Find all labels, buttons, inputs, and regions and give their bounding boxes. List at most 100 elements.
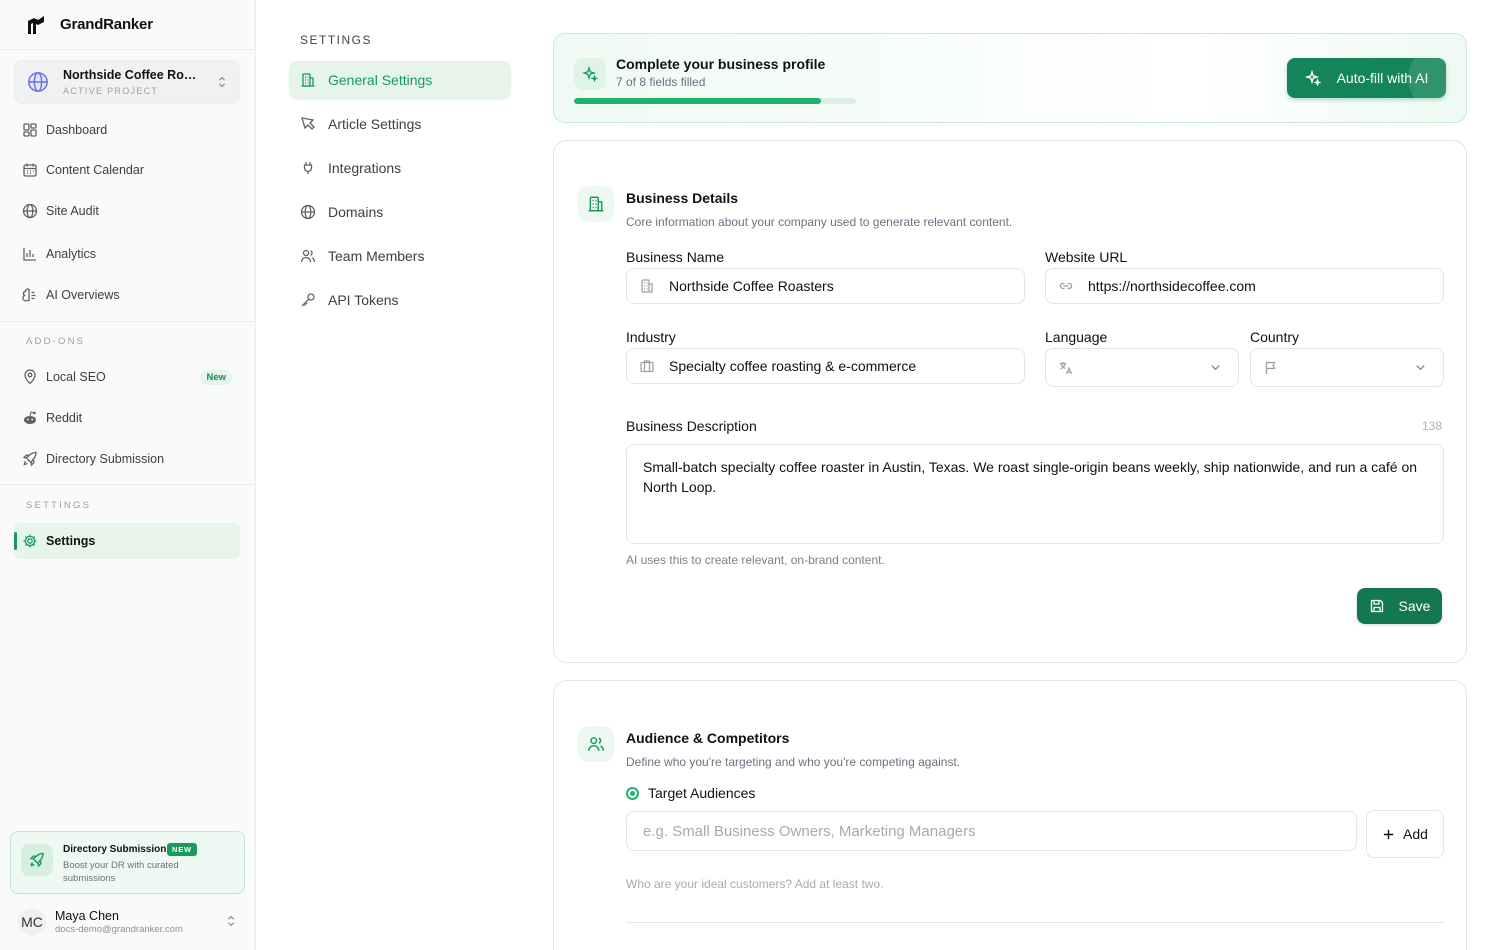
- audience-description: Define who you're targeting and who you'…: [626, 755, 961, 769]
- profile-status: 7 of 8 fields filled: [616, 75, 706, 89]
- auto-fill-ai-button[interactable]: Auto-fill with AI: [1287, 58, 1446, 98]
- directory-submission-promo[interactable]: Directory Submission NEW Boost your DR w…: [10, 831, 245, 894]
- nav-item-analytics[interactable]: Analytics: [14, 236, 240, 272]
- website-url-input[interactable]: https://northsidecoffee.com: [1045, 268, 1444, 304]
- nav-item-directory-submission[interactable]: Directory Submission: [14, 441, 240, 477]
- country-select[interactable]: [1250, 348, 1444, 387]
- business-description-textarea[interactable]: Small-batch specialty coffee roaster in …: [626, 444, 1444, 544]
- promo-title: Directory Submission: [63, 844, 167, 855]
- settings-section-label: SETTINGS: [26, 500, 92, 511]
- business-name-label: Business Name: [626, 249, 725, 265]
- grandranker-logo-icon: [24, 13, 48, 37]
- sidebar-divider: [0, 321, 256, 322]
- submenu-label: Domains: [328, 204, 384, 220]
- user-menu[interactable]: MC Maya Chen docs-demo@grandranker.com: [18, 906, 244, 938]
- submenu-general-settings[interactable]: General Settings: [289, 61, 511, 99]
- submenu-article-settings[interactable]: Article Settings: [289, 105, 511, 143]
- profile-progress-bar: [574, 98, 856, 104]
- business-name-value: Northside Coffee Roasters: [669, 278, 834, 294]
- addons-section-label: ADD-ONS: [26, 336, 86, 347]
- website-url-value: https://northsidecoffee.com: [1088, 278, 1256, 294]
- settings-submenu-label: SETTINGS: [300, 33, 373, 47]
- translate-icon: [1058, 360, 1074, 376]
- map-pin-icon: [22, 369, 38, 385]
- nav-item-settings[interactable]: Settings: [14, 523, 240, 559]
- building-icon: [578, 186, 614, 222]
- nav-item-label: Analytics: [46, 247, 97, 261]
- nav-item-label: Settings: [46, 534, 96, 548]
- chevron-down-icon: [1209, 361, 1222, 374]
- brand[interactable]: GrandRanker: [0, 0, 255, 50]
- chevron-down-icon: [1414, 361, 1427, 374]
- audience-competitors-card: Audience & Competitors Define who you're…: [553, 680, 1467, 950]
- nav-item-label: Directory Submission: [46, 452, 165, 466]
- plus-icon: [1382, 828, 1395, 841]
- target-audience-input[interactable]: e.g. Small Business Owners, Marketing Ma…: [626, 811, 1357, 851]
- country-label: Country: [1250, 329, 1300, 345]
- calendar-icon: [22, 162, 38, 178]
- nav-item-site-audit[interactable]: Site Audit: [14, 193, 240, 229]
- chevron-up-down-icon: [215, 75, 229, 89]
- business-details-description: Core information about your company used…: [626, 215, 1013, 229]
- promo-new-badge: NEW: [167, 843, 197, 856]
- plug-icon: [300, 160, 316, 176]
- promo-description: Boost your DR with curated submissions: [63, 860, 179, 884]
- nav-item-label: Dashboard: [46, 123, 108, 137]
- project-globe-icon: [27, 71, 49, 93]
- target-audiences-text: Target Audiences: [648, 785, 756, 801]
- bar-chart-icon: [22, 246, 38, 262]
- add-audience-button[interactable]: Add: [1366, 810, 1444, 858]
- description-char-count: 138: [1421, 419, 1442, 433]
- submenu-label: General Settings: [328, 72, 433, 88]
- submenu-label: Integrations: [328, 160, 402, 176]
- nav-item-local-seo[interactable]: Local SEO New: [14, 359, 240, 395]
- pen-icon: [300, 116, 316, 132]
- profile-progress-fill: [574, 98, 821, 104]
- nav-item-content-calendar[interactable]: Content Calendar: [14, 152, 240, 188]
- nav-item-label: Reddit: [46, 411, 83, 425]
- business-details-card: Business Details Core information about …: [553, 140, 1467, 663]
- sidebar: GrandRanker Northside Coffee Roasters AC…: [0, 0, 256, 950]
- nav-item-ai-overviews[interactable]: AI Overviews: [14, 277, 240, 313]
- save-button[interactable]: Save: [1357, 588, 1442, 624]
- flag-icon: [1263, 360, 1279, 376]
- submenu-integrations[interactable]: Integrations: [289, 149, 511, 187]
- target-icon: [626, 786, 639, 800]
- nav-item-label: AI Overviews: [46, 288, 120, 302]
- business-name-input[interactable]: Northside Coffee Roasters: [626, 268, 1025, 304]
- users-icon: [300, 248, 316, 264]
- building-icon: [639, 278, 655, 294]
- industry-value: Specialty coffee roasting & e-commerce: [669, 358, 917, 374]
- nav-item-dashboard[interactable]: Dashboard: [14, 112, 240, 148]
- business-description-hint: AI uses this to create relevant, on-bran…: [626, 553, 885, 567]
- briefcase-icon: [639, 358, 655, 374]
- language-select[interactable]: [1045, 348, 1239, 387]
- auto-fill-label: Auto-fill with AI: [1336, 70, 1429, 86]
- submenu-team-members[interactable]: Team Members: [289, 237, 511, 275]
- audience-title: Audience & Competitors: [626, 730, 790, 746]
- profile-completion-card: Complete your business profile 7 of 8 fi…: [553, 33, 1467, 123]
- sidebar-divider: [0, 484, 256, 485]
- target-audience-hint: Who are your ideal customers? Add at lea…: [626, 877, 884, 891]
- building-icon: [300, 72, 316, 88]
- users-icon: [578, 726, 614, 762]
- user-email: docs-demo@grandranker.com: [55, 924, 183, 935]
- industry-input[interactable]: Specialty coffee roasting & e-commerce: [626, 348, 1025, 384]
- language-label: Language: [1045, 329, 1108, 345]
- submenu-domains[interactable]: Domains: [289, 193, 511, 231]
- industry-label: Industry: [626, 329, 676, 345]
- nav-item-reddit[interactable]: Reddit: [14, 400, 240, 436]
- nav-item-label: Site Audit: [46, 204, 99, 218]
- submenu-label: Team Members: [328, 248, 425, 264]
- website-url-label: Website URL: [1045, 249, 1128, 265]
- target-audiences-label: Target Audiences: [626, 785, 755, 801]
- submenu-label: Article Settings: [328, 116, 422, 132]
- add-label: Add: [1403, 826, 1428, 842]
- business-details-title: Business Details: [626, 190, 739, 206]
- chevron-up-down-icon: [224, 914, 238, 928]
- rocket-icon: [21, 844, 53, 876]
- submenu-api-tokens[interactable]: API Tokens: [289, 281, 511, 319]
- project-switcher[interactable]: Northside Coffee Roasters ACTIVE PROJECT: [14, 60, 240, 104]
- new-badge: New: [200, 370, 232, 385]
- project-label: ACTIVE PROJECT: [63, 86, 159, 96]
